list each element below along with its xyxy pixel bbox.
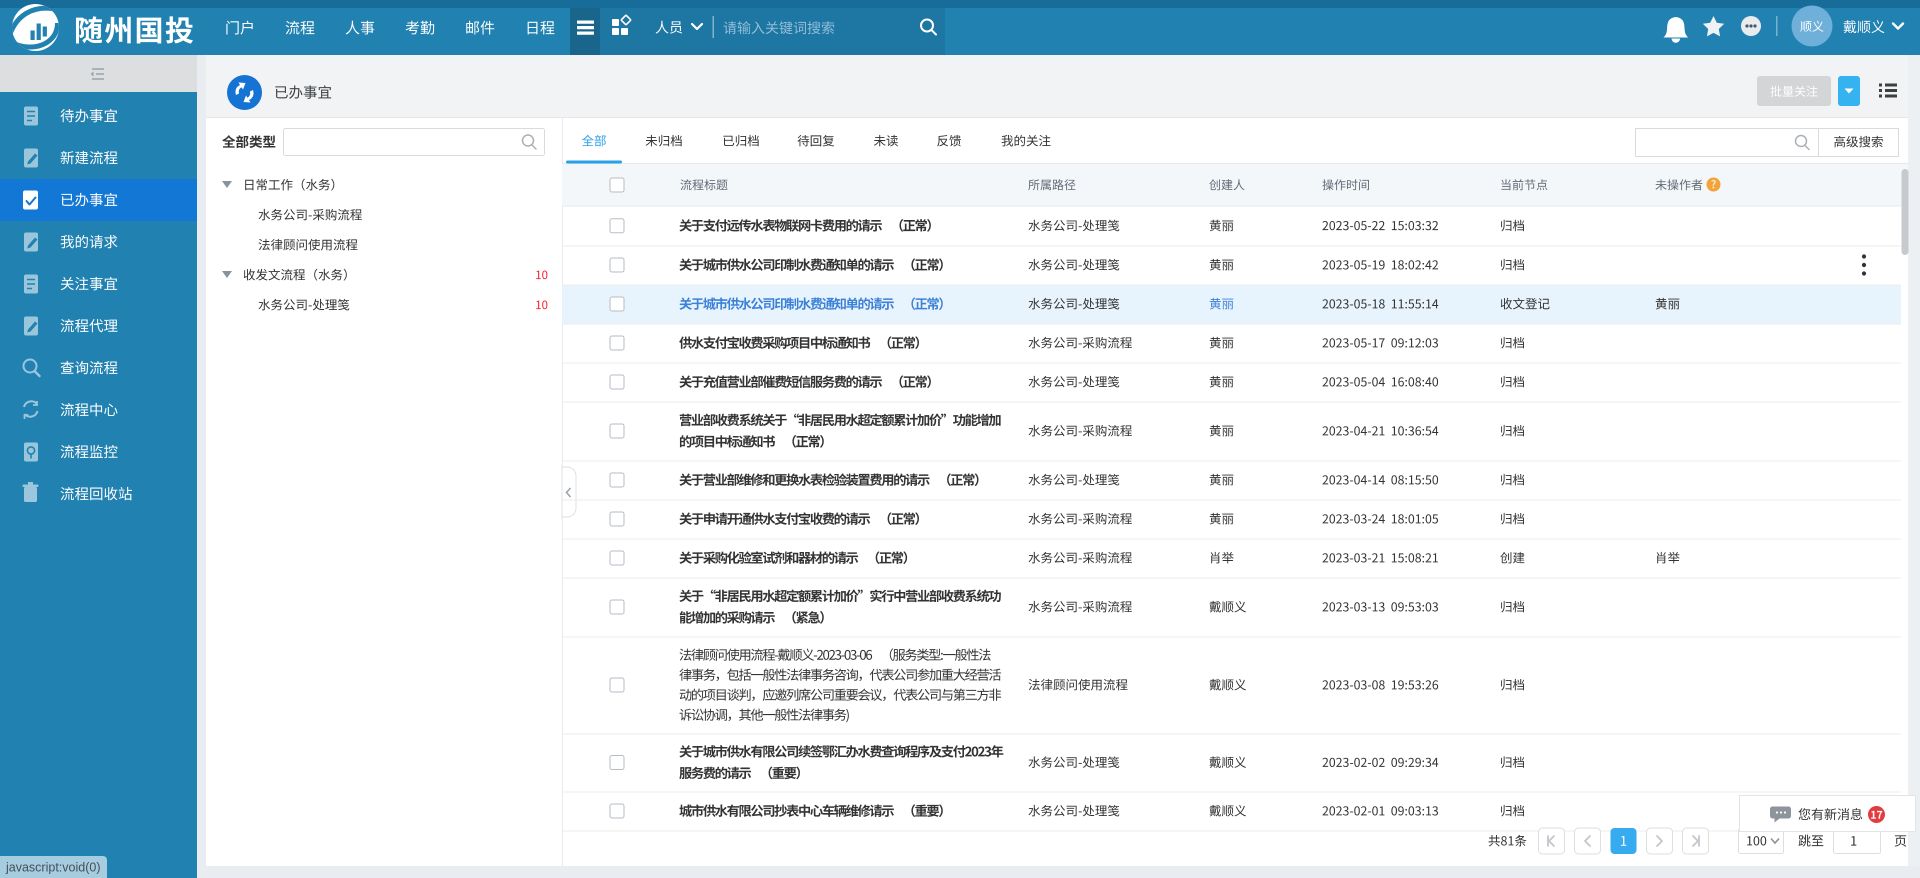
svg-text:javascript:void(0): javascript:void(0): [5, 861, 100, 875]
